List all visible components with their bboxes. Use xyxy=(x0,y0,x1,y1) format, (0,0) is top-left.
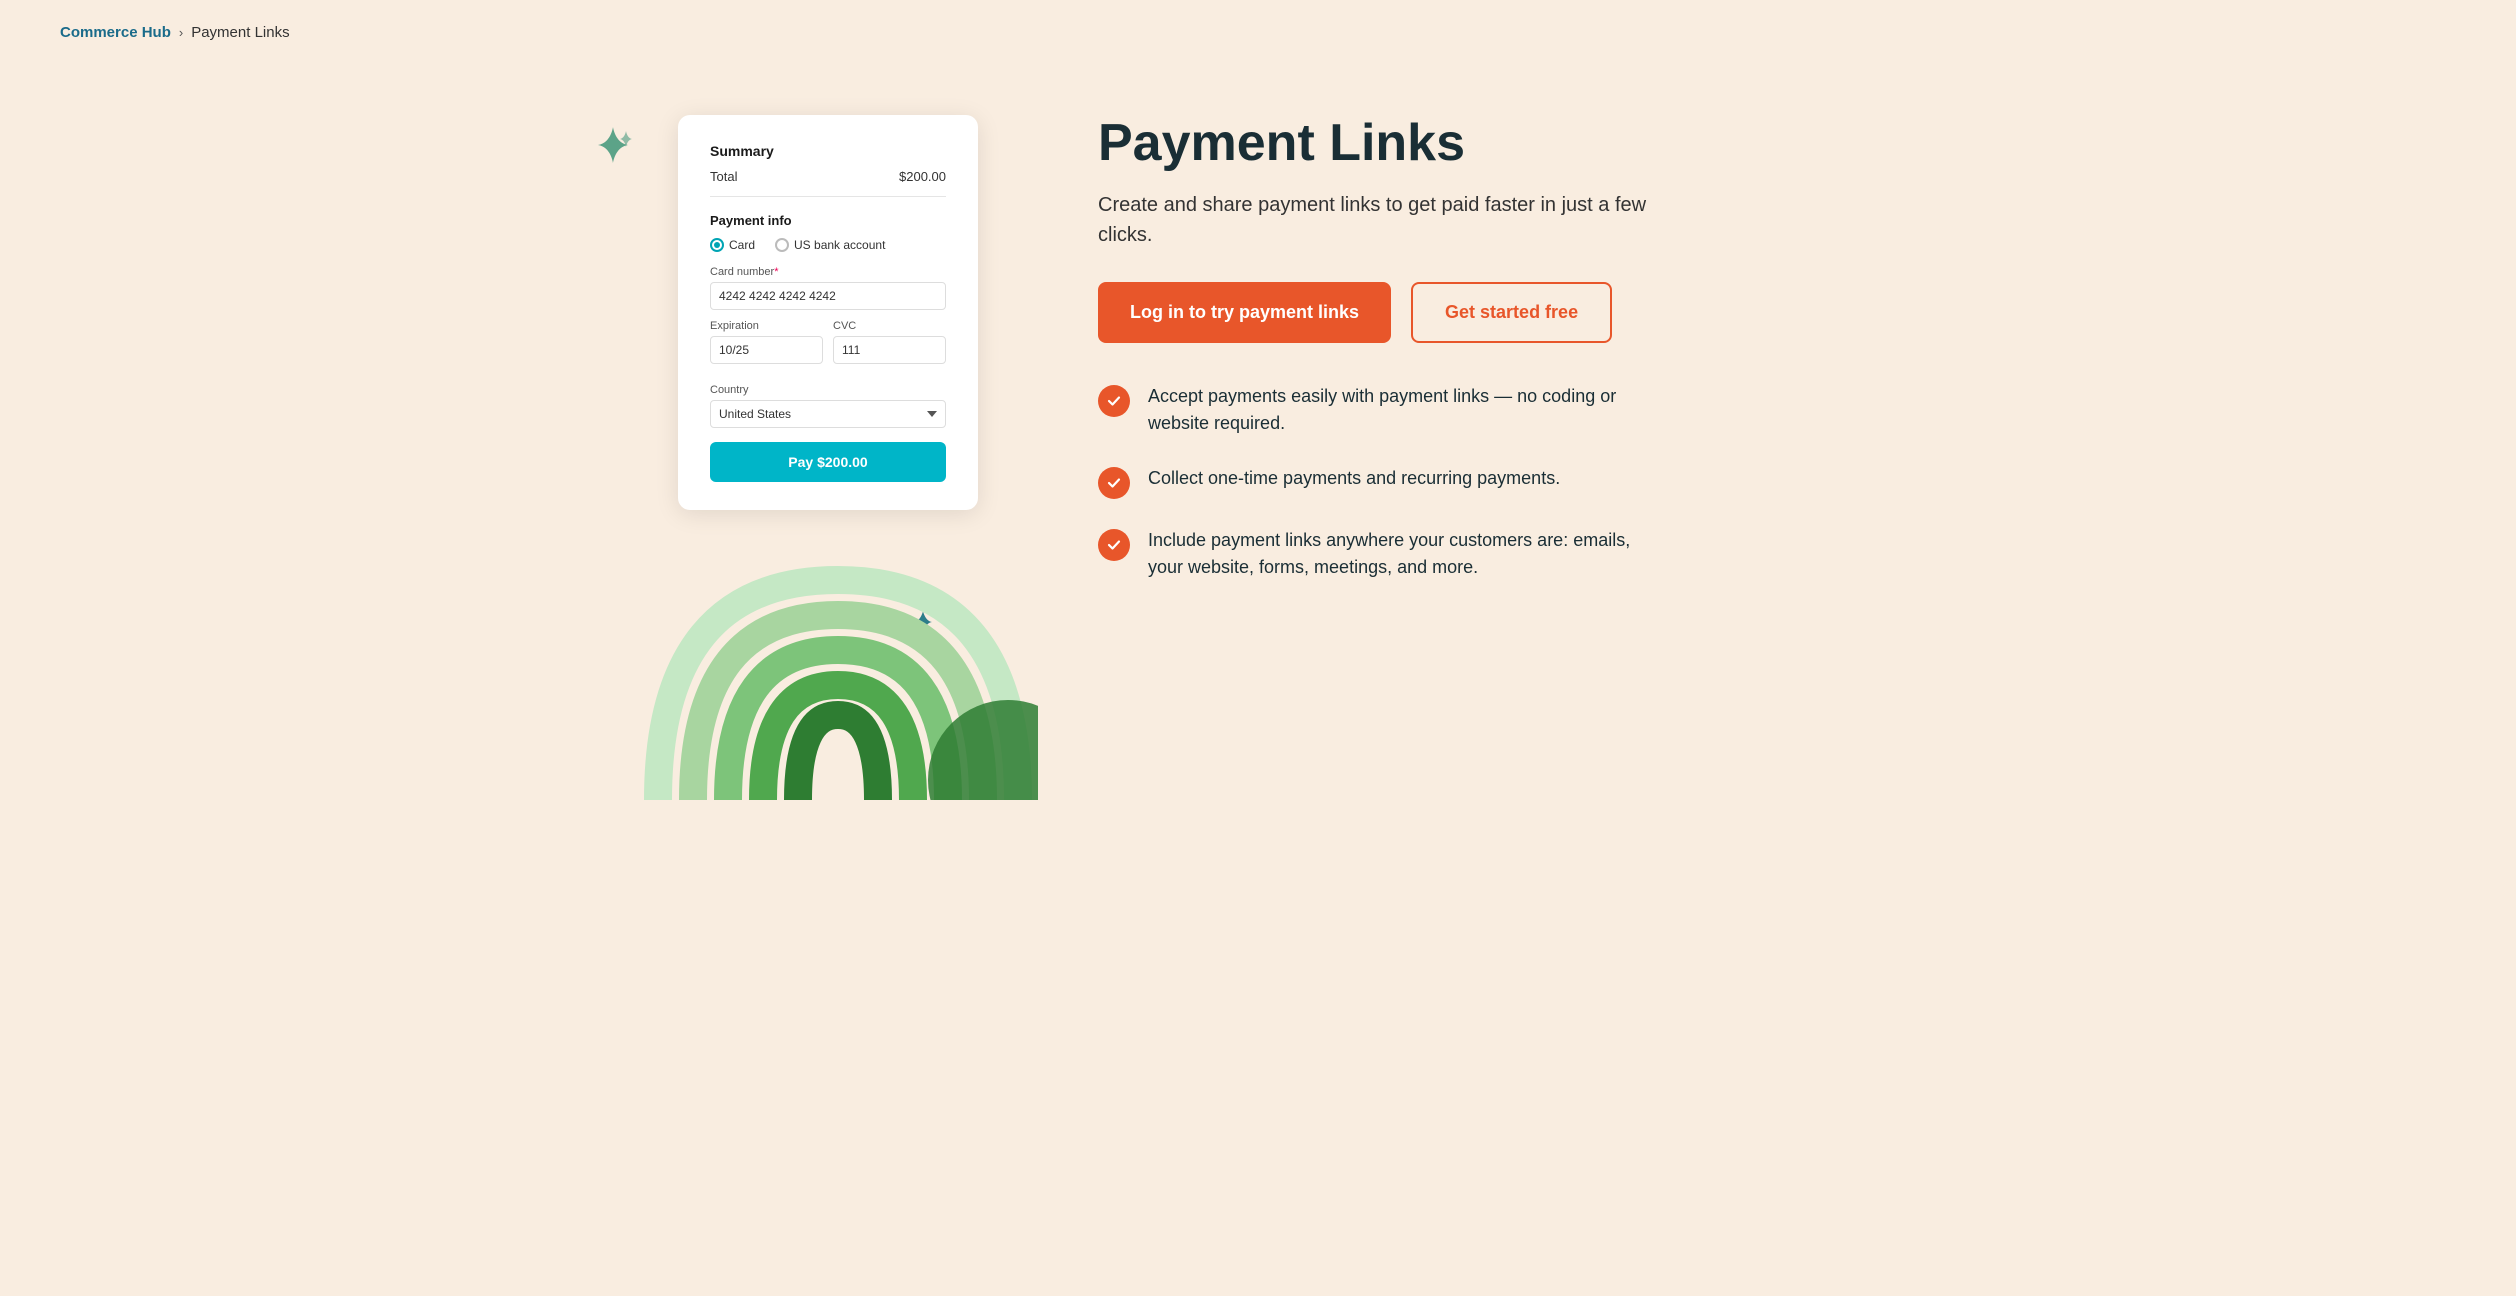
card-number-label: Card number* xyxy=(710,266,946,278)
left-panel: Summary Total $200.00 Payment info Card … xyxy=(618,95,1038,800)
payment-card-ui: Summary Total $200.00 Payment info Card … xyxy=(678,115,978,510)
right-panel: Payment Links Create and share payment l… xyxy=(1098,95,1898,581)
feature-list: Accept payments easily with payment link… xyxy=(1098,383,1898,581)
bank-radio-option[interactable]: US bank account xyxy=(775,238,885,252)
total-label: Total xyxy=(710,169,737,184)
country-label: Country xyxy=(710,384,946,396)
main-content: Summary Total $200.00 Payment info Card … xyxy=(558,65,1958,800)
feature-text-1: Accept payments easily with payment link… xyxy=(1148,383,1668,437)
breadcrumb: Commerce Hub › Payment Links xyxy=(0,0,2516,65)
breadcrumb-commerce-hub[interactable]: Commerce Hub xyxy=(60,24,171,41)
page-subtitle: Create and share payment links to get pa… xyxy=(1098,190,1678,250)
feature-item-3: Include payment links anywhere your cust… xyxy=(1098,527,1898,581)
payment-info-title: Payment info xyxy=(710,213,946,228)
expiration-label: Expiration xyxy=(710,320,823,332)
check-icon-1 xyxy=(1098,385,1130,417)
cvc-label: CVC xyxy=(833,320,946,332)
rainbow-decoration xyxy=(638,540,1038,800)
required-asterisk: * xyxy=(774,266,778,278)
breadcrumb-chevron-icon: › xyxy=(179,25,183,40)
country-select[interactable]: United States Canada United Kingdom xyxy=(710,400,946,428)
pay-button[interactable]: Pay $200.00 xyxy=(710,442,946,482)
card-radio-option[interactable]: Card xyxy=(710,238,755,252)
page-title: Payment Links xyxy=(1098,115,1898,172)
card-radio-label: Card xyxy=(729,238,755,252)
feature-item-1: Accept payments easily with payment link… xyxy=(1098,383,1898,437)
cvc-input[interactable] xyxy=(833,336,946,364)
expiration-field: Expiration xyxy=(710,320,823,374)
bank-radio-dot xyxy=(775,238,789,252)
decoration-area xyxy=(618,540,1018,800)
total-value: $200.00 xyxy=(899,169,946,184)
payment-method-radio: Card US bank account xyxy=(710,238,946,252)
card-radio-dot xyxy=(710,238,724,252)
check-icon-3 xyxy=(1098,529,1130,561)
feature-item-2: Collect one-time payments and recurring … xyxy=(1098,465,1898,499)
total-row: Total $200.00 xyxy=(710,169,946,184)
sparkle-top-left-icon xyxy=(588,125,638,175)
bank-radio-label: US bank account xyxy=(794,238,885,252)
breadcrumb-current-page: Payment Links xyxy=(191,24,289,41)
check-icon-2 xyxy=(1098,467,1130,499)
card-number-input[interactable] xyxy=(710,282,946,310)
feature-text-3: Include payment links anywhere your cust… xyxy=(1148,527,1668,581)
login-try-button[interactable]: Log in to try payment links xyxy=(1098,282,1391,343)
expiry-cvc-row: Expiration CVC xyxy=(710,320,946,374)
cta-button-group: Log in to try payment links Get started … xyxy=(1098,282,1898,343)
get-started-button[interactable]: Get started free xyxy=(1411,282,1612,343)
cvc-field: CVC xyxy=(833,320,946,374)
feature-text-2: Collect one-time payments and recurring … xyxy=(1148,465,1560,492)
summary-title: Summary xyxy=(710,143,946,159)
card-divider xyxy=(710,196,946,197)
expiration-input[interactable] xyxy=(710,336,823,364)
